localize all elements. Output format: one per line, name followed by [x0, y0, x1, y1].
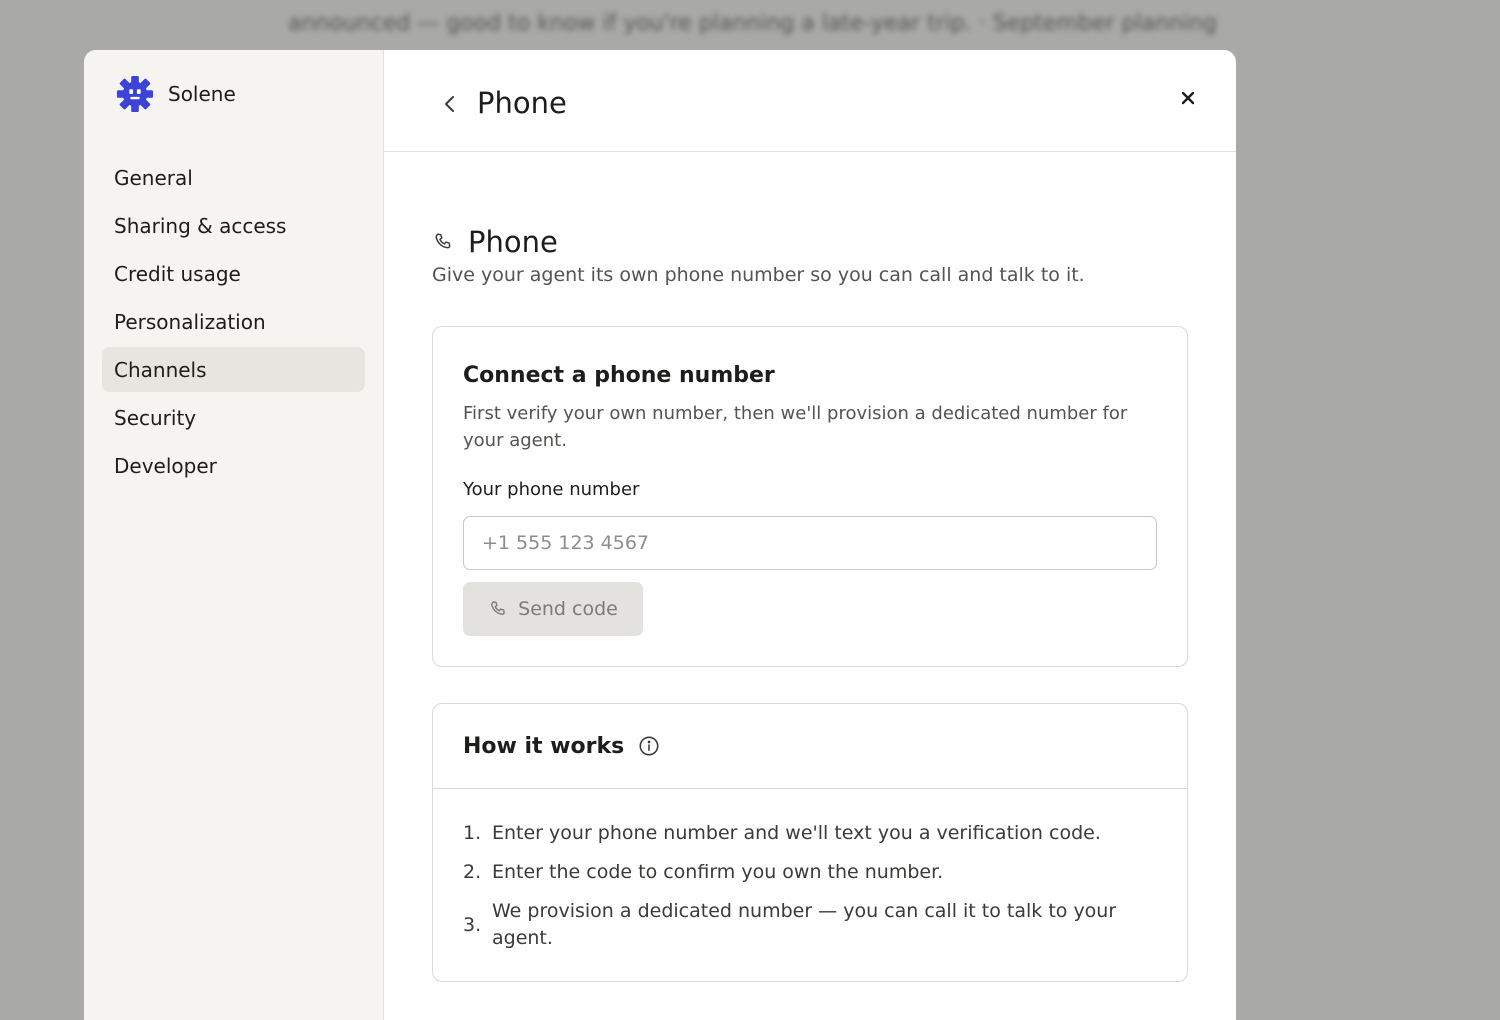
settings-nav: General Sharing & access Credit usage Pe… — [102, 155, 365, 491]
gear-robot-icon — [116, 75, 154, 113]
settings-modal: Solene General Sharing & access Credit u… — [84, 50, 1236, 1020]
send-code-label: Send code — [518, 598, 618, 620]
phone-number-input[interactable] — [463, 516, 1157, 570]
settings-content: Phone Phone Give your agent its own phon… — [384, 50, 1236, 1020]
phone-icon — [435, 233, 451, 249]
sidebar-item-credit-usage[interactable]: Credit usage — [102, 251, 365, 296]
section-description: Give your agent its own phone number so … — [432, 264, 1085, 286]
how-it-works-title: How it works — [463, 733, 625, 759]
step-number: 3. — [463, 913, 482, 936]
list-item: 3. We provision a dedicated number — you… — [463, 898, 1153, 952]
card-description: First verify your own number, then we'll… — [463, 403, 1128, 451]
step-text: Enter your phone number and we'll text y… — [492, 822, 1101, 844]
section-title: Phone — [468, 225, 558, 259]
background-page-text: announced — good to know if you're plann… — [288, 11, 1217, 36]
steps-list: 1. Enter your phone number and we'll tex… — [463, 820, 1153, 964]
list-item: 2. Enter the code to confirm you own the… — [463, 859, 1153, 886]
brand-name: Solene — [168, 82, 236, 106]
section-header: Phone — [432, 225, 558, 259]
sidebar-item-sharing-access[interactable]: Sharing & access — [102, 203, 365, 248]
connect-phone-card: Connect a phone number First verify your… — [432, 326, 1188, 667]
send-code-button[interactable]: Send code — [463, 582, 643, 636]
sidebar-item-personalization[interactable]: Personalization — [102, 299, 365, 344]
chevron-left-icon[interactable] — [438, 92, 462, 116]
sidebar-item-general[interactable]: General — [102, 155, 365, 200]
sidebar-item-developer[interactable]: Developer — [102, 443, 365, 488]
content-header: Phone — [384, 50, 1236, 152]
page-title: Phone — [477, 86, 567, 120]
settings-sidebar: Solene General Sharing & access Credit u… — [84, 50, 384, 1020]
how-it-works-header: How it works — [433, 704, 1187, 789]
step-number: 2. — [463, 861, 482, 883]
info-icon[interactable] — [638, 735, 660, 757]
close-icon[interactable] — [1176, 86, 1200, 110]
step-text: Enter the code to confirm you own the nu… — [492, 861, 944, 883]
phone-icon — [491, 601, 505, 615]
sidebar-item-channels[interactable]: Channels — [102, 347, 365, 392]
how-it-works-card: How it works 1. Enter your phone number … — [432, 703, 1188, 982]
card-title: Connect a phone number — [463, 363, 775, 388]
step-number: 1. — [463, 822, 482, 844]
sidebar-item-security[interactable]: Security — [102, 395, 365, 440]
brand: Solene — [116, 75, 236, 113]
list-item: 1. Enter your phone number and we'll tex… — [463, 820, 1153, 847]
step-text: We provision a dedicated number — you ca… — [492, 900, 1117, 949]
phone-field-label: Your phone number — [463, 479, 640, 500]
